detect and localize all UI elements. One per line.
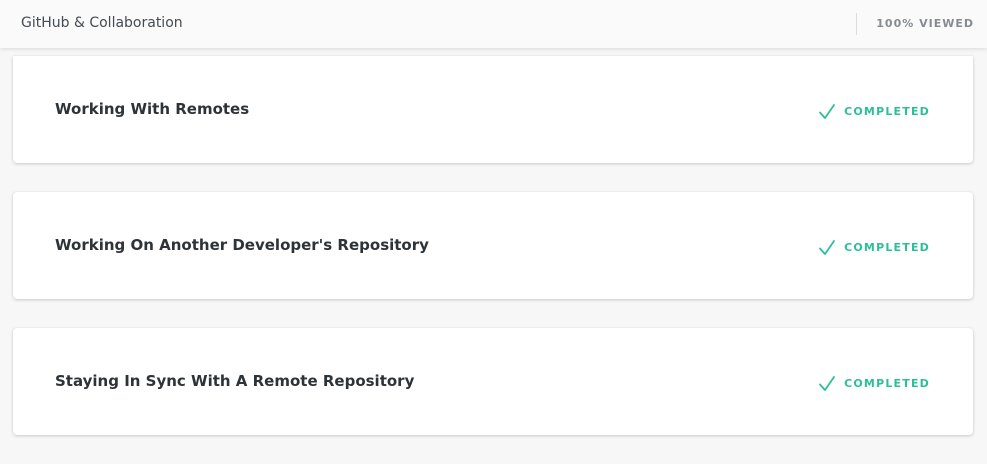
checkmark-icon [819, 376, 835, 391]
progress-status: 100% VIEWED [876, 17, 974, 30]
completed-badge: COMPLETED [818, 101, 930, 121]
completed-badge: COMPLETED [818, 237, 930, 257]
completed-badge: COMPLETED [818, 373, 930, 393]
checkmark-icon [819, 104, 835, 119]
checkmark-icon [819, 240, 835, 255]
header-divider [856, 13, 857, 35]
status-label: COMPLETED [844, 376, 930, 390]
lesson-header: GitHub & Collaboration 100% VIEWED [0, 0, 987, 48]
lesson-card[interactable]: Working On Another Developer's Repositor… [13, 192, 973, 299]
lesson-list: Working With Remotes COMPLETED Working O… [13, 56, 973, 464]
lesson-card[interactable]: Staying In Sync With A Remote Repository… [13, 328, 973, 435]
lesson-title: Working On Another Developer's Repositor… [55, 236, 429, 254]
lesson-card[interactable]: Working With Remotes COMPLETED [13, 56, 973, 163]
lesson-title: Staying In Sync With A Remote Repository [55, 372, 415, 390]
course-title[interactable]: GitHub & Collaboration [21, 15, 183, 31]
status-label: COMPLETED [844, 240, 930, 254]
lesson-title: Working With Remotes [55, 100, 250, 118]
status-label: COMPLETED [844, 104, 930, 118]
